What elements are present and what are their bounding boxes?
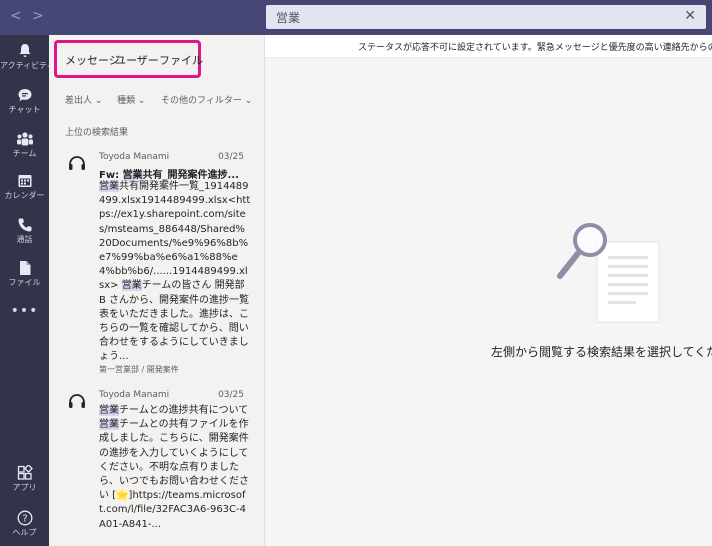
forward-button[interactable]: > <box>32 8 44 24</box>
status-banner: ステータスが応答不可に設定されています。緊急メッセージと優先度の高い連絡先からの… <box>265 35 712 58</box>
rail-item-chat[interactable]: チャット <box>0 87 49 115</box>
rail-item-apps[interactable]: アプリ <box>0 465 49 493</box>
apps-icon <box>17 465 33 480</box>
search-result[interactable]: Toyoda Manami 03/25 営業チームとの進捗共有について 営業チーム… <box>49 390 264 546</box>
search-clear-icon[interactable]: ✕ <box>684 8 696 24</box>
back-button[interactable]: < <box>10 8 22 24</box>
filter-sender-label: 差出人 <box>65 96 93 106</box>
section-title: 上位の検索結果 <box>65 128 129 138</box>
result-sender: Toyoda Manami <box>99 390 170 400</box>
rail-item-activity[interactable]: アクティビティ <box>0 43 55 71</box>
phone-icon <box>18 218 31 232</box>
status-text: ステータスが応答不可に設定されています。緊急メッセージと優先度の高い連絡先からの… <box>358 43 712 53</box>
rail-item-help[interactable]: ? ヘルプ <box>0 510 49 538</box>
bell-icon <box>19 44 30 57</box>
file-icon <box>19 261 30 275</box>
filter-type-label: 種類 <box>117 96 136 106</box>
chevron-down-icon: ⌄ <box>241 96 253 106</box>
rail-label-help: ヘルプ <box>12 528 37 537</box>
rail-label-apps: アプリ <box>12 483 37 492</box>
result-channel: 第一営業部 / 開発案件 <box>99 365 179 374</box>
rail-item-calendar[interactable]: カレンダー <box>0 173 49 201</box>
teams-icon <box>16 132 33 146</box>
preview-text: 共有開発案件一覧_1914489499.xlsx1914489499.xlsx<… <box>99 181 251 292</box>
rail-label-files: ファイル <box>8 278 41 287</box>
preview-highlight: 営業 <box>121 280 142 292</box>
search-results-pane: メッセージ ユーザー ファイル 差出人 ⌄ 種類 ⌄ その他のフィルター ⌄ 上… <box>49 35 265 546</box>
filter-other-label: その他のフィルター <box>161 96 242 106</box>
rail-label-chat: チャット <box>8 105 41 114</box>
preview-highlight: 営業 <box>99 419 119 431</box>
rail-item-calls[interactable]: 通話 <box>0 217 49 245</box>
result-subject: Fw: 営業共有_開発案件進捗... <box>99 166 239 181</box>
filter-sender[interactable]: 差出人 ⌄ <box>65 93 102 106</box>
rail-label-calls: 通話 <box>16 235 33 244</box>
result-preview: 営業共有開発案件一覧_1914489499.xlsx1914489499.xls… <box>99 180 251 365</box>
search-query[interactable]: 営業 <box>276 9 300 26</box>
search-illustration-icon <box>557 223 660 323</box>
tab-files[interactable]: ファイル <box>159 52 203 68</box>
filter-type[interactable]: 種類 ⌄ <box>117 93 145 106</box>
rail-item-files[interactable]: ファイル <box>0 260 49 288</box>
rail-label-calendar: カレンダー <box>4 191 45 200</box>
preview-text: チームの皆さん 開発部 B さんから、開発案件の進捗一覧表をいただきました。進捗… <box>99 280 250 363</box>
preview-highlight: 営業 <box>99 405 119 416</box>
svg-text:?: ? <box>22 514 27 525</box>
preview-text: チームとの進捗共有について <box>119 405 249 416</box>
empty-state-text: 左側から閲覧する検索結果を選択してください <box>491 345 712 359</box>
preview-highlight: 営業 <box>99 181 119 192</box>
rail-label-activity: アクティビティ <box>0 61 55 70</box>
chevron-down-icon: ⌄ <box>92 96 103 106</box>
chat-icon <box>18 89 31 101</box>
tab-users[interactable]: ユーザー <box>115 52 159 68</box>
filter-other[interactable]: その他のフィルター ⌄ <box>161 93 252 106</box>
result-date: 03/25 <box>218 152 244 162</box>
calendar-icon <box>18 175 31 187</box>
app-rail: アクティビティ チャット チーム カレンダー 通話 ファイル ••• アプリ ?… <box>0 35 55 546</box>
headset-avatar-icon <box>69 156 85 170</box>
search-result[interactable]: Toyoda Manami 03/25 Fw: 営業共有_開発案件進捗... 営… <box>49 152 264 377</box>
more-icon: ••• <box>10 303 39 319</box>
result-preview: 営業チームとの進捗共有について 営業チームとの共有ファイルを作成しました。こちらに… <box>99 404 251 532</box>
chevron-down-icon: ⌄ <box>135 96 146 106</box>
rail-item-teams[interactable]: チーム <box>0 131 49 159</box>
help-icon: ? <box>17 510 32 526</box>
search-input[interactable]: 営業 ✕ <box>266 5 706 29</box>
rail-item-more[interactable]: ••• <box>0 303 49 319</box>
title-bar: < > 営業 ✕ <box>0 0 712 35</box>
rail-label-teams: チーム <box>12 149 37 158</box>
tab-messages[interactable]: メッセージ <box>65 52 120 68</box>
star-icon: ⭐ <box>116 490 129 502</box>
result-date: 03/25 <box>218 390 244 400</box>
preview-text: チームとの共有ファイルを作成しました。こちらに、開発案件の進捗を入力していくよう… <box>99 419 249 502</box>
headset-avatar-icon <box>69 394 85 408</box>
result-sender: Toyoda Manami <box>99 152 170 162</box>
